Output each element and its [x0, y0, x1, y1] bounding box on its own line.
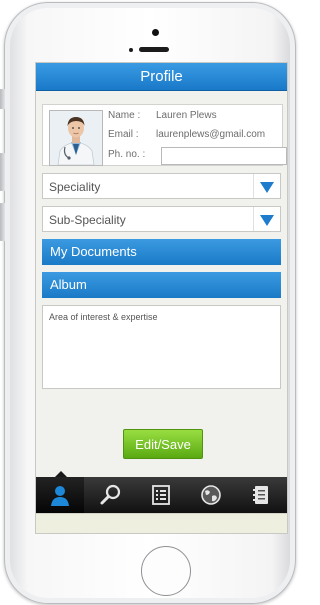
- home-button[interactable]: [141, 546, 191, 596]
- app-screen: Profile Name :Lauren Plews Email: laure…: [35, 62, 288, 534]
- list-icon: [152, 485, 170, 505]
- doctor-avatar-image: [50, 111, 102, 165]
- tab-search[interactable]: [87, 477, 135, 513]
- name-label: Name :: [108, 110, 141, 121]
- name-value: Lauren Plews: [156, 110, 217, 121]
- search-icon: [100, 484, 121, 505]
- bottom-tab-bar: [36, 471, 287, 513]
- globe-icon: [201, 485, 221, 505]
- email-value: laurenplews@gmail.com: [156, 129, 266, 140]
- email-row: Email : laurenplews@gmail.com: [108, 129, 265, 140]
- app-stage: Profile Name :Lauren Plews Email: laure…: [0, 0, 299, 605]
- notebook-icon: [253, 486, 268, 504]
- sub-speciality-dropdown-value: Sub-Speciality: [49, 213, 126, 227]
- interest-textarea[interactable]: Area of interest & expertise: [42, 305, 281, 389]
- sub-speciality-dropdown[interactable]: Sub-Speciality: [42, 206, 281, 232]
- volume-down-button: [0, 203, 5, 241]
- active-tab-indicator: [55, 471, 67, 477]
- person-icon: [51, 486, 69, 506]
- speciality-dropdown-toggle[interactable]: [253, 174, 280, 198]
- bottom-sub-bar: [36, 513, 287, 533]
- doctor-avatar[interactable]: [49, 110, 103, 166]
- my-documents-section[interactable]: My Documents: [42, 239, 281, 265]
- album-section[interactable]: Album: [42, 272, 281, 298]
- tab-list[interactable]: [137, 477, 185, 513]
- sub-speciality-dropdown-toggle[interactable]: [253, 207, 280, 231]
- chevron-down-icon: [260, 215, 274, 226]
- speciality-dropdown[interactable]: Speciality: [42, 173, 281, 199]
- tab-globe[interactable]: [187, 477, 235, 513]
- edit-save-button[interactable]: Edit/Save: [123, 429, 203, 459]
- email-label: Email :: [108, 129, 139, 140]
- profile-card: Name : Lauren Plews Email : laurenplews@gm…: [42, 104, 287, 166]
- sensor-dot: [129, 48, 133, 52]
- name-row: Name : Lauren Plews: [108, 110, 217, 121]
- chevron-down-icon: [260, 182, 274, 193]
- tab-notebook[interactable]: [237, 477, 285, 513]
- earpiece-speaker: [139, 47, 169, 52]
- volume-up-button: [0, 153, 5, 191]
- front-camera: [152, 29, 159, 36]
- page-title: Profile: [36, 63, 287, 91]
- mute-switch: [0, 89, 5, 109]
- speciality-dropdown-value: Speciality: [49, 180, 101, 194]
- phone-row: Ph. no. :: [108, 149, 156, 160]
- phone-input[interactable]: [161, 147, 287, 165]
- tab-profile[interactable]: [36, 471, 84, 513]
- phone-label: Ph. no. :: [108, 149, 146, 160]
